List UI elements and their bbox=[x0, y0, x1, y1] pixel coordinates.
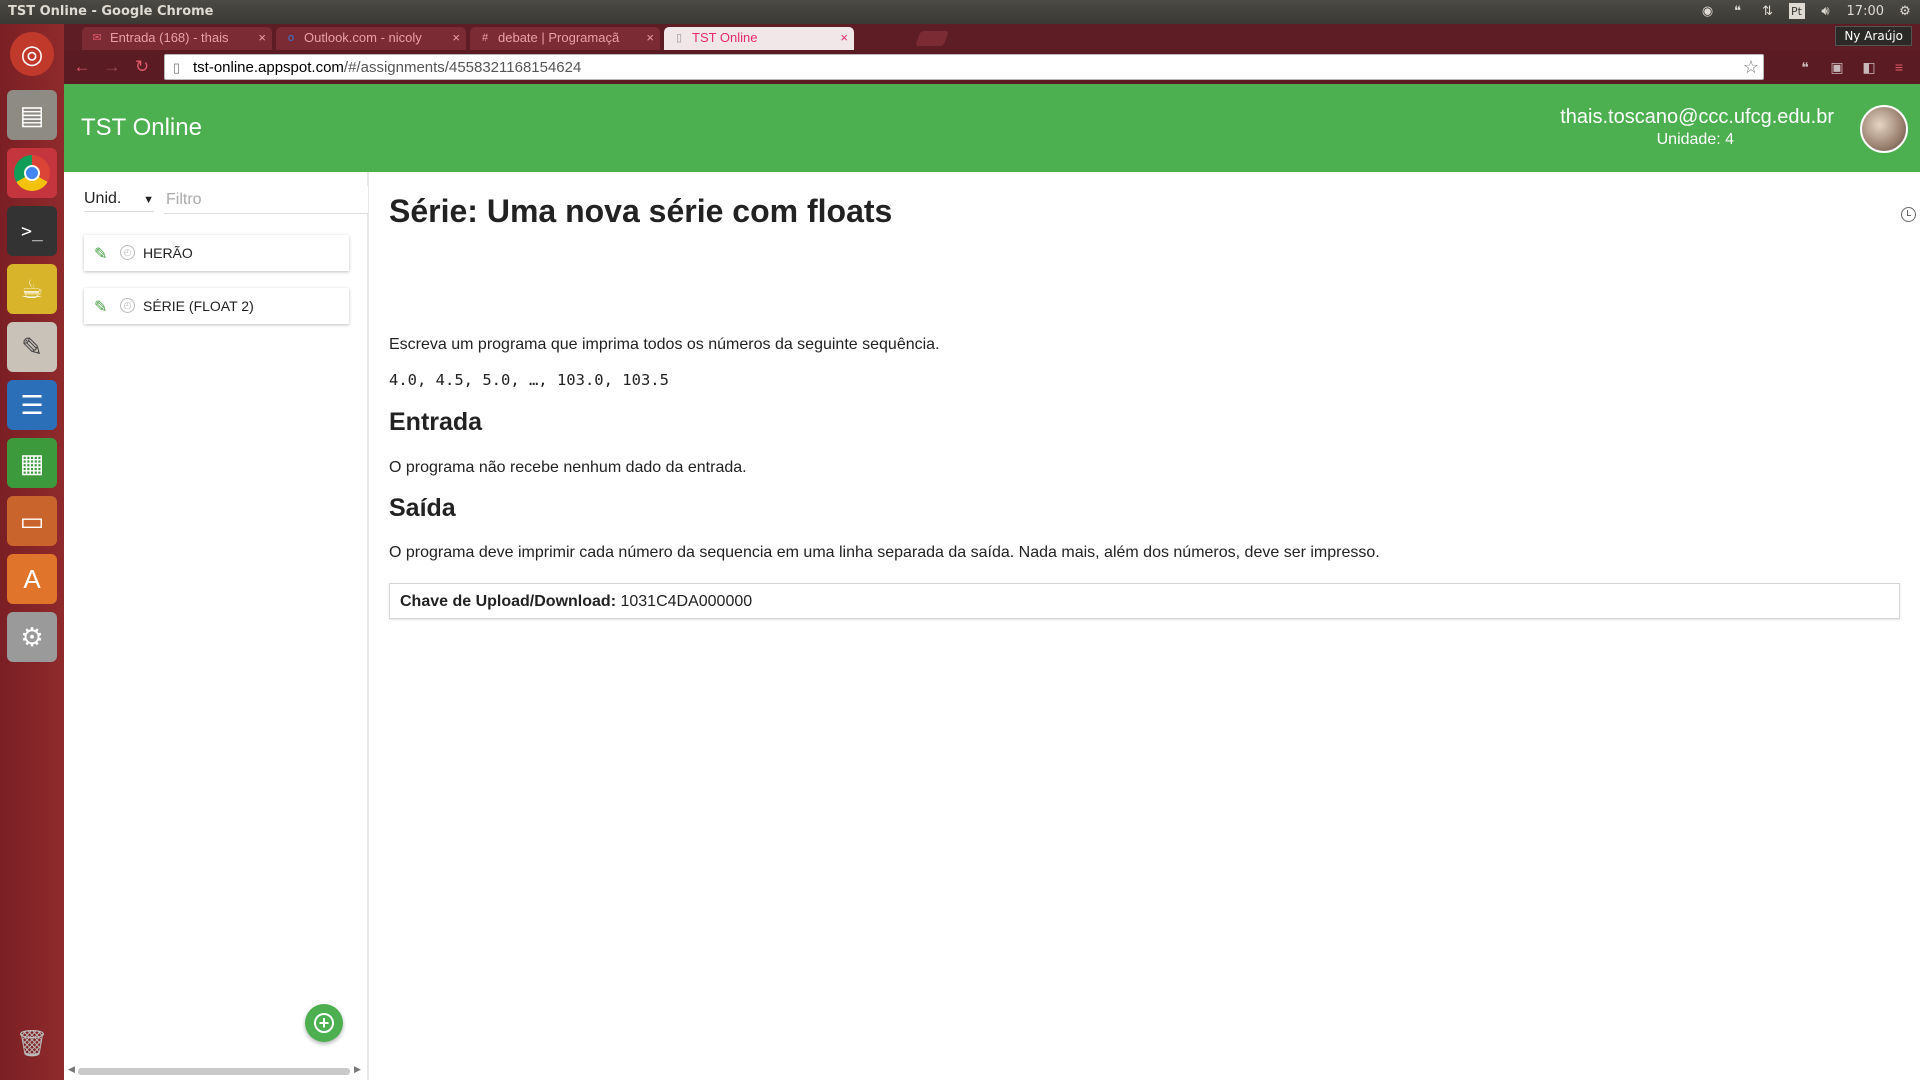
extension-icon[interactable]: ◧ bbox=[1860, 59, 1878, 77]
unit-select-value: Unid. bbox=[84, 190, 122, 207]
new-tab-button[interactable] bbox=[915, 31, 949, 46]
settings-gear-icon[interactable]: ⚙ bbox=[1896, 2, 1914, 20]
tab-label: TST Online bbox=[692, 30, 758, 45]
page-icon: ▯ bbox=[675, 32, 683, 44]
tab-outlook[interactable]: o Outlook.com - nicoly × bbox=[276, 27, 466, 50]
avatar[interactable] bbox=[1860, 105, 1908, 153]
teapot-icon[interactable]: ☕︎ bbox=[7, 264, 57, 314]
tab-strip: ✉ Entrada (168) - thais × o Outlook.com … bbox=[64, 24, 1920, 50]
menu-icon[interactable]: ≡ bbox=[1890, 59, 1908, 77]
network-icon[interactable]: ⇅ bbox=[1759, 2, 1777, 20]
scroll-left-icon[interactable]: ◀ bbox=[68, 1064, 75, 1075]
close-tab-icon[interactable]: × bbox=[840, 30, 848, 45]
trash-icon[interactable]: 🗑︎ bbox=[7, 1018, 57, 1068]
chrome-tray-icon[interactable]: ◉ bbox=[1699, 2, 1717, 20]
assignment-content: Série: Uma nova série com floats Escreva… bbox=[389, 172, 1916, 1080]
extension-icon[interactable]: ▣ bbox=[1828, 59, 1846, 77]
assignment-item[interactable]: ✎ ◴ HERÃO bbox=[84, 235, 349, 271]
assignment-label: SÉRIE (FLOAT 2) bbox=[143, 298, 254, 314]
key-value[interactable]: 1031C4DA000000 bbox=[620, 593, 752, 610]
tab-debate[interactable]: # debate | Programaçã × bbox=[470, 27, 660, 50]
terminal-icon[interactable]: >_ bbox=[7, 206, 57, 256]
output-heading: Saída bbox=[389, 494, 456, 522]
tab-label: Outlook.com - nicoly bbox=[304, 30, 422, 45]
chrome-icon[interactable] bbox=[7, 148, 57, 198]
sequence-example: 4.0, 4.5, 5.0, …, 103.0, 103.5 bbox=[389, 371, 669, 389]
outlook-icon: o bbox=[287, 32, 295, 44]
clock[interactable]: 17:00 bbox=[1847, 4, 1884, 19]
assignment-title: Série: Uma nova série com floats bbox=[389, 193, 893, 229]
app-header: TST Online thais.toscano@ccc.ufcg.edu.br… bbox=[64, 84, 1920, 172]
scrollbar-thumb[interactable] bbox=[78, 1068, 350, 1075]
app-title[interactable]: TST Online bbox=[81, 114, 202, 142]
tab-label: Entrada (168) - thais bbox=[110, 30, 229, 45]
tab-tst-online[interactable]: ▯ TST Online × bbox=[664, 27, 854, 50]
unit-label: Unidade: 4 bbox=[1656, 131, 1734, 148]
pencil-icon: ✎ bbox=[94, 246, 108, 263]
keyboard-layout-icon[interactable]: Pt bbox=[1788, 3, 1805, 19]
filter-input[interactable] bbox=[164, 186, 368, 214]
writer-icon[interactable]: ☰ bbox=[7, 380, 57, 430]
extension-icon[interactable]: ❝ bbox=[1796, 59, 1814, 77]
history-icon[interactable] bbox=[1901, 207, 1916, 222]
window-title: TST Online - Google Chrome bbox=[8, 4, 214, 19]
tab-label: debate | Programaçã bbox=[498, 30, 620, 45]
system-settings-icon[interactable]: ⚙ bbox=[7, 612, 57, 662]
assignment-label: HERÃO bbox=[143, 245, 193, 261]
output-text: O programa deve imprimir cada número da … bbox=[389, 544, 1380, 561]
close-tab-icon[interactable]: × bbox=[258, 30, 266, 45]
url-path: /#/assignments/4558321168154624 bbox=[343, 59, 582, 76]
volume-icon[interactable]: 🔊︎ bbox=[1817, 2, 1835, 20]
reload-icon[interactable]: ↻ bbox=[132, 57, 152, 77]
calc-icon[interactable]: ▦ bbox=[7, 438, 57, 488]
clock-icon: ◴ bbox=[120, 245, 135, 260]
tab-gmail[interactable]: ✉ Entrada (168) - thais × bbox=[82, 27, 272, 50]
caret-down-icon: ▼ bbox=[143, 194, 154, 206]
input-text: O programa não recebe nenhum dado da ent… bbox=[389, 459, 747, 476]
launcher: ◎ ▤ >_ ☕︎ ✎ ☰ ▦ ▭ A ⚙ 🗑︎ bbox=[0, 24, 64, 1080]
hash-icon: # bbox=[481, 32, 489, 44]
assignment-item[interactable]: ✎ ◴ SÉRIE (FLOAT 2) bbox=[84, 288, 349, 324]
ubuntu-logo-icon[interactable]: ◎ bbox=[10, 32, 54, 76]
app-viewport: TST Online thais.toscano@ccc.ufcg.edu.br… bbox=[64, 84, 1920, 1080]
software-center-icon[interactable]: A bbox=[7, 554, 57, 604]
impress-icon[interactable]: ▭ bbox=[7, 496, 57, 546]
top-panel: TST Online - Google Chrome ◉ ❝ ⇅ Pt 🔊︎ 1… bbox=[0, 0, 1920, 24]
browser-toolbar: ← → ↻ ▯ tst-online.appspot.com/#/assignm… bbox=[64, 50, 1920, 84]
plus-icon: + bbox=[314, 1013, 334, 1033]
scroll-right-icon[interactable]: ▶ bbox=[354, 1064, 361, 1075]
input-heading: Entrada bbox=[389, 408, 483, 436]
add-button[interactable]: + bbox=[305, 1004, 343, 1042]
messaging-icon[interactable]: ❝ bbox=[1729, 2, 1747, 20]
user-email: thais.toscano@ccc.ufcg.edu.br bbox=[1560, 106, 1834, 128]
system-tray: ◉ ❝ ⇅ Pt 🔊︎ 17:00 ⚙ bbox=[1699, 2, 1914, 20]
bookmark-star-icon[interactable]: ☆ bbox=[1743, 57, 1759, 78]
unit-select[interactable]: Unid. ▼ bbox=[84, 190, 154, 212]
user-name-tooltip: Ny Araújo bbox=[1835, 26, 1912, 46]
files-icon[interactable]: ▤ bbox=[7, 90, 57, 140]
pencil-icon: ✎ bbox=[94, 299, 108, 316]
back-arrow-icon[interactable]: ← bbox=[72, 57, 92, 77]
forward-arrow-icon[interactable]: → bbox=[102, 57, 122, 77]
clock-icon: ◴ bbox=[120, 298, 135, 313]
upload-key-box: Chave de Upload/Download: 1031C4DA000000 bbox=[389, 583, 1900, 619]
gmail-icon: ✉ bbox=[92, 32, 102, 44]
url-host: tst-online.appspot.com bbox=[193, 59, 344, 76]
key-label: Chave de Upload/Download: bbox=[400, 593, 617, 610]
horizontal-scrollbar[interactable]: ◀ ▶ bbox=[66, 1064, 362, 1077]
page-info-icon[interactable]: ▯ bbox=[173, 60, 180, 76]
close-tab-icon[interactable]: × bbox=[452, 30, 460, 45]
assignment-description: Escreva um programa que imprima todos os… bbox=[389, 336, 940, 353]
sidebar: Unid. ▼ ✎ ◴ HERÃO ✎ ◴ SÉRIE (FLOAT 2) + … bbox=[64, 172, 369, 1080]
text-editor-icon[interactable]: ✎ bbox=[7, 322, 57, 372]
address-bar[interactable]: ▯ tst-online.appspot.com/#/assignments/4… bbox=[164, 54, 1764, 80]
close-tab-icon[interactable]: × bbox=[646, 30, 654, 45]
